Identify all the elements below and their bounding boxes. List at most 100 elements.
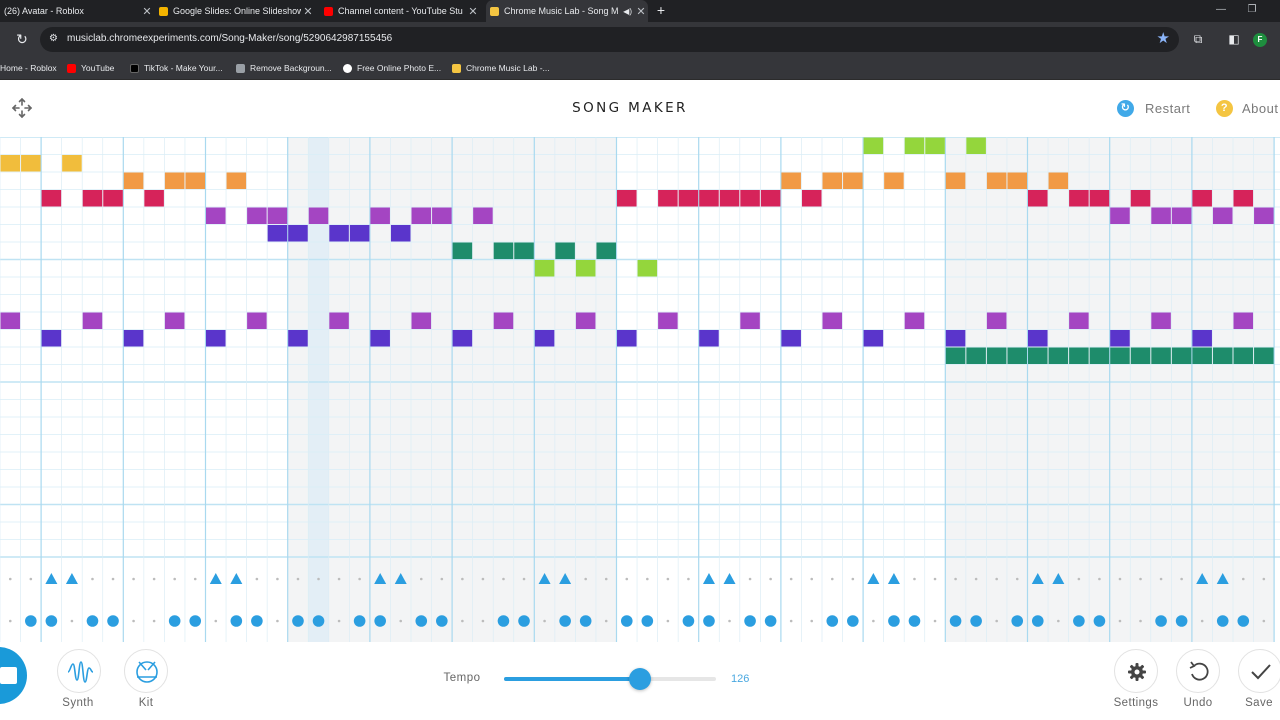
- note-cell: [1233, 190, 1254, 207]
- note-cell: [0, 312, 21, 329]
- move-arrows-icon[interactable]: [11, 97, 33, 119]
- percussion-circle: [86, 615, 99, 627]
- page-top-border: [0, 79, 1280, 80]
- bookmark-title: Remove Backgroun...: [250, 63, 332, 73]
- drum-icon: [136, 661, 158, 683]
- bookmark-item[interactable]: Remove Backgroun...: [236, 61, 332, 75]
- close-tab-icon[interactable]: ✕: [301, 5, 315, 18]
- bookmark-item[interactable]: Home - Roblox: [0, 61, 57, 75]
- extensions-icon[interactable]: ⧉: [1191, 32, 1205, 46]
- browser-tab[interactable]: (26) Avatar - Roblox ✕: [0, 0, 154, 22]
- bookmark-title: YouTube: [81, 63, 115, 73]
- note-cell: [781, 172, 801, 189]
- note-cell: [41, 330, 62, 347]
- percussion-empty-dot: [70, 619, 74, 623]
- tempo-slider[interactable]: [504, 668, 716, 690]
- settings-button[interactable]: [1114, 649, 1158, 693]
- note-cell: [843, 172, 863, 189]
- browser-tab[interactable]: Google Slides: Online Slideshow ✕: [155, 0, 315, 22]
- note-cell: [493, 242, 514, 259]
- note-cell: [925, 137, 945, 154]
- percussion-empty-dot: [1118, 577, 1122, 581]
- profile-avatar[interactable]: F: [1253, 33, 1267, 47]
- percussion-triangle: [723, 573, 736, 584]
- percussion-triangle: [230, 573, 243, 584]
- percussion-empty-dot: [1057, 619, 1060, 623]
- note-cell: [452, 242, 473, 259]
- bookmark-item[interactable]: TikTok - Make Your...: [130, 61, 223, 75]
- percussion-circle: [436, 615, 448, 627]
- save-button[interactable]: [1238, 649, 1280, 693]
- restart-icon: ↻: [1117, 99, 1134, 117]
- note-cell: [945, 172, 966, 189]
- audio-playing-icon[interactable]: ◀): [623, 7, 632, 16]
- note-cell: [288, 330, 308, 347]
- note-cell: [1192, 347, 1212, 364]
- percussion-empty-dot: [522, 577, 526, 581]
- percussion-empty-dot: [111, 577, 115, 581]
- minimize-icon[interactable]: —: [1214, 3, 1228, 17]
- note-cell: [1007, 347, 1027, 364]
- percussion-circle: [168, 615, 181, 627]
- browser-tab[interactable]: Channel content - YouTube Stu ✕: [320, 0, 480, 22]
- note-cell: [534, 330, 555, 347]
- kit-button[interactable]: [124, 649, 168, 693]
- note-grid-canvas[interactable]: [0, 137, 1280, 642]
- note-cell: [1192, 190, 1212, 207]
- note-cell: [1069, 312, 1089, 329]
- percussion-empty-dot: [789, 577, 793, 581]
- percussion-empty-dot: [789, 619, 793, 623]
- song-grid[interactable]: [0, 137, 1280, 642]
- note-cell: [123, 172, 144, 189]
- note-cell: [82, 190, 103, 207]
- about-button[interactable]: ? About: [1216, 99, 1278, 117]
- note-cell: [986, 347, 1007, 364]
- percussion-empty-dot: [810, 619, 814, 623]
- bookmark-item[interactable]: YouTube: [67, 61, 114, 75]
- bookmark-item[interactable]: Free Online Photo E...: [343, 61, 441, 75]
- percussion-empty-dot: [440, 577, 444, 581]
- restart-button[interactable]: ↻ Restart: [1117, 99, 1190, 117]
- percussion-empty-dot: [1139, 619, 1142, 623]
- note-cell: [1007, 172, 1027, 189]
- new-tab-button[interactable]: +: [653, 2, 669, 18]
- percussion-circle: [374, 615, 386, 627]
- close-tab-icon[interactable]: ✕: [140, 5, 154, 18]
- note-cell: [206, 207, 226, 224]
- close-tab-icon[interactable]: ✕: [634, 5, 648, 18]
- note-cell: [185, 172, 205, 189]
- percussion-empty-dot: [769, 577, 772, 581]
- restore-icon[interactable]: ❐: [1245, 3, 1259, 17]
- reload-icon[interactable]: ↻: [14, 31, 30, 47]
- note-cell: [863, 137, 884, 154]
- bookmark-star-icon[interactable]: ★: [1157, 30, 1170, 48]
- synth-button[interactable]: [57, 649, 101, 693]
- note-cell: [1089, 347, 1110, 364]
- browser-tab-active[interactable]: Chrome Music Lab - Song M ◀) ✕: [486, 0, 648, 22]
- note-cell: [247, 312, 267, 329]
- play-stop-button[interactable]: [0, 647, 27, 704]
- note-cell: [822, 312, 843, 329]
- undo-button[interactable]: [1176, 649, 1220, 693]
- percussion-empty-dot: [1262, 577, 1266, 581]
- note-cell: [1130, 190, 1151, 207]
- close-tab-icon[interactable]: ✕: [466, 5, 480, 18]
- percussion-empty-dot: [748, 577, 752, 581]
- site-info-icon[interactable]: ⚙: [49, 33, 61, 45]
- percussion-empty-dot: [933, 577, 937, 581]
- note-cell: [123, 330, 144, 347]
- note-cell: [1254, 347, 1274, 364]
- bookmark-title: Free Online Photo E...: [357, 63, 442, 73]
- note-cell: [1171, 207, 1192, 224]
- note-cell: [1151, 207, 1171, 224]
- tempo-slider-thumb[interactable]: [628, 668, 651, 690]
- note-cell: [370, 207, 390, 224]
- note-cell: [863, 330, 884, 347]
- percussion-circle: [1011, 615, 1024, 627]
- side-panel-icon[interactable]: ◧: [1227, 32, 1241, 46]
- url-text[interactable]: musiclab.chromeexperiments.com/Song-Make…: [67, 33, 392, 44]
- bookmark-item[interactable]: Chrome Music Lab -...: [452, 61, 550, 75]
- percussion-triangle: [702, 573, 715, 584]
- address-bar[interactable]: ⚙ musiclab.chromeexperiments.com/Song-Ma…: [40, 27, 1179, 52]
- note-cell: [740, 190, 760, 207]
